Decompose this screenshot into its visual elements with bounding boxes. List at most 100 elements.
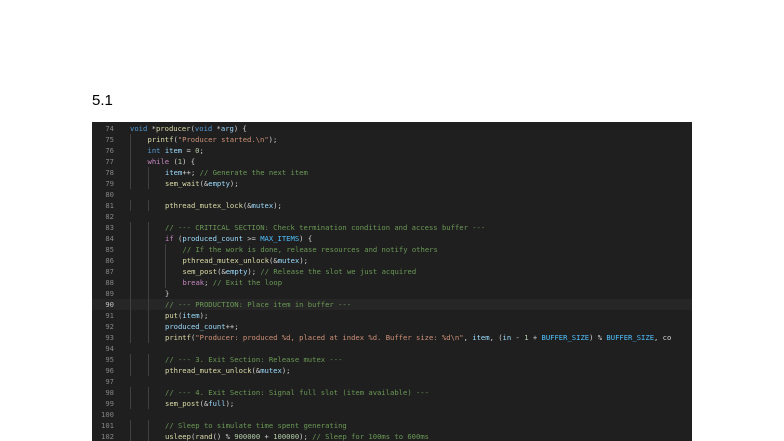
code-line[interactable]: 99 sem_post(&full); [92,398,692,409]
code-line[interactable]: 74 void *producer(void *arg) { [92,123,692,134]
code-token: ); [273,201,282,210]
code-line[interactable]: 97 [92,376,692,387]
code-token: + [528,333,542,342]
indent-guide [130,288,131,299]
code-line[interactable]: 95 // --- 3. Exit Section: Release mutex … [92,354,692,365]
line-number: 102 [101,432,114,441]
code-text: // If the work is done, release resource… [183,244,438,255]
code-token: produced_count [182,234,243,243]
code-text: printf("Producer: produced %d, placed at… [165,332,671,343]
line-number: 97 [105,377,114,386]
code-line[interactable]: 89} [92,288,692,299]
code-line[interactable]: 75 printf("Producer started.\n"); [92,134,692,145]
code-token: pthread_mutex_lock [165,201,243,210]
indent-guide [130,299,131,310]
code-line[interactable]: 79 sem_wait(&empty); [92,178,692,189]
code-line[interactable]: 94 [92,343,692,354]
indent-guide [130,167,131,178]
indent-guide [165,266,166,277]
code-line[interactable]: 81 pthread_mutex_lock(&mutex); [92,200,692,211]
code-line[interactable]: 80 [92,189,692,200]
line-number: 99 [105,399,114,408]
code-line[interactable]: 88 break; // Exit the loop [92,277,692,288]
line-number: 81 [105,201,114,210]
code-token: in [502,333,512,342]
indent-guide [130,332,131,343]
indent-guide [130,178,131,189]
line-number: 98 [105,388,114,397]
code-token: int [147,146,161,155]
code-line[interactable]: 98 // --- 4. Exit Section: Signal full sl… [92,387,692,398]
code-line[interactable]: 96 pthread_mutex_unlock(&mutex); [92,365,692,376]
indent-guide [130,365,131,376]
indent-guide [147,277,149,288]
code-token: , co [654,333,672,342]
line-number: 79 [105,179,114,188]
code-line[interactable]: 77 while (1) { [92,156,692,167]
code-line[interactable]: 85 // If the work is done, release resour… [92,244,692,255]
line-number: 96 [105,366,114,375]
indent-guide [130,222,131,233]
code-token: // --- 4. Exit Section: Signal full slot… [165,388,429,397]
code-token: ++; [182,168,200,177]
code-text: if (produced_count >= MAX_ITEMS) { [165,233,312,244]
code-line[interactable]: 84 if (produced_count >= MAX_ITEMS) { [92,233,692,244]
code-line[interactable]: 102 usleep(rand() % 900000 + 100000); // … [92,431,692,441]
indent-guide [130,321,131,332]
code-token: mutex [251,201,274,210]
indent-guide [130,354,131,365]
code-line[interactable]: 93 printf("Producer: produced %d, placed … [92,332,692,343]
code-token: * [212,124,221,133]
code-line[interactable]: 78 item++; // Generate the next item [92,167,692,178]
code-token: ) { [299,234,313,243]
code-line[interactable]: 92 produced_count++; [92,321,692,332]
code-line[interactable]: 100 [92,409,692,420]
code-token: ); [281,366,291,375]
code-token: "Producer started.\n" [177,135,269,144]
code-line[interactable]: 101 // Sleep to simulate time spent gener… [92,420,692,431]
code-token: ); [299,432,313,441]
code-token: void [130,124,148,133]
code-token: ); [268,135,278,144]
code-line[interactable]: 86 pthread_mutex_unlock(&mutex); [92,255,692,266]
indent-guide [130,134,131,145]
code-line[interactable]: 87 sem_post(&empty); // Release the slot … [92,266,692,277]
code-token: usleep [165,432,191,441]
code-token: empty [225,267,248,276]
code-line[interactable]: 82 [92,211,692,222]
code-token: >= [242,234,261,243]
code-token: ++; [225,322,239,331]
indent-guide [130,145,131,156]
code-token: "Producer: produced %d, placed at index … [195,333,464,342]
code-token: * [147,124,156,133]
code-line[interactable]: 91 put(item); [92,310,692,321]
code-token: if [165,234,174,243]
line-number: 77 [105,157,114,166]
code-editor[interactable]: 74 void *producer(void *arg) {75 printf("P… [92,122,692,441]
indent-guide [130,277,131,288]
indent-guide [147,288,149,299]
code-token: BUFFER_SIZE [606,333,655,342]
code-line[interactable]: 83 // --- CRITICAL SECTION: Check termina… [92,222,692,233]
code-token: sem_wait [165,179,200,188]
code-token: 900000 [234,432,261,441]
code-token: pthread_mutex_unlock [182,256,270,265]
code-line[interactable]: 76 int item = 0; [92,145,692,156]
indent-guide [130,387,131,398]
code-token: producer [155,124,191,133]
code-token: while [147,157,170,166]
indent-guide [130,266,131,277]
indent-guide [165,255,166,266]
code-token: // Release the slot we just acquired [260,267,417,276]
code-line[interactable]: 90 // --- PRODUCTION: Place item in buffe… [92,299,692,310]
indent-guide [147,178,149,189]
code-text: sem_post(&empty); // Release the slot we… [183,266,417,277]
indent-guide [165,277,166,288]
indent-guide [147,200,149,211]
code-text: produced_count++; [165,321,239,332]
line-number: 95 [105,355,114,364]
line-number: 82 [105,212,114,221]
code-text: sem_post(&full); [165,398,234,409]
line-number: 78 [105,168,114,177]
indent-guide [130,200,131,211]
